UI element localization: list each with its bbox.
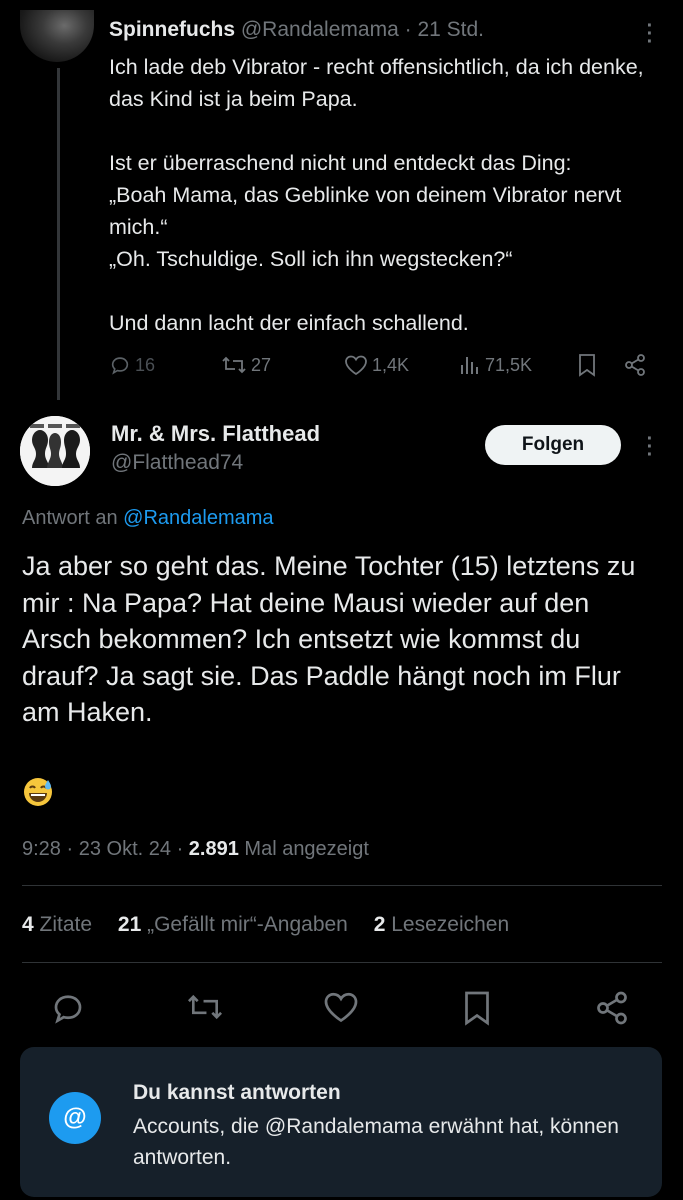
parent-paragraph: Ich lade deb Vibrator - recht offensicht… bbox=[109, 55, 644, 111]
separator-dot: · bbox=[404, 18, 412, 41]
more-options-icon[interactable]: · · · bbox=[640, 16, 660, 52]
follow-button[interactable]: Folgen bbox=[485, 425, 621, 465]
likes-stat[interactable]: 21 „Gefällt mir“-Angaben bbox=[118, 913, 348, 936]
repost-icon bbox=[222, 356, 246, 374]
share-button[interactable] bbox=[623, 348, 647, 382]
bookmark-icon[interactable] bbox=[462, 990, 492, 1026]
likes-label: „Gefällt mir“-Angaben bbox=[147, 913, 348, 936]
thread-line bbox=[57, 68, 60, 400]
views-button[interactable]: 71,5K bbox=[459, 348, 532, 382]
repost-button[interactable]: 27 bbox=[221, 348, 271, 382]
reply-prefix: Antwort an bbox=[22, 507, 118, 529]
separator-dot: · bbox=[66, 838, 79, 860]
separator-dot: · bbox=[176, 838, 189, 860]
reply-button[interactable]: 16 bbox=[109, 348, 155, 382]
parent-tweet-header: Spinnefuchs @Randalemama · 21 Std. bbox=[109, 18, 484, 42]
reply-handle-link[interactable]: @Randalemama bbox=[123, 507, 273, 529]
heart-icon bbox=[345, 355, 367, 376]
parent-author-handle[interactable]: @Randalemama bbox=[241, 18, 399, 41]
likes-count: 21 bbox=[117, 913, 142, 936]
like-count: 1,4K bbox=[372, 354, 410, 375]
share-icon bbox=[625, 354, 645, 376]
parent-action-bar: 16 27 1,4K 71,5K bbox=[109, 348, 659, 382]
quotes-label: Zitate bbox=[39, 913, 93, 936]
bookmarks-stat[interactable]: 2 Lesezeichen bbox=[374, 913, 509, 936]
views-count: 2.891 bbox=[188, 838, 239, 860]
reply-icon bbox=[111, 357, 129, 375]
bookmark-button[interactable] bbox=[577, 348, 597, 382]
tweet-time[interactable]: 9:28 bbox=[22, 838, 61, 860]
parent-paragraph: Und dann lacht der einfach schallend. bbox=[109, 311, 469, 335]
tweet-text: Ja aber so geht das. Meine Tochter (15) … bbox=[22, 551, 636, 727]
views-icon bbox=[461, 357, 478, 374]
quotes-stat[interactable]: 4 Zitate bbox=[22, 913, 92, 936]
bookmarks-label: Lesezeichen bbox=[391, 913, 510, 936]
divider bbox=[22, 962, 662, 963]
like-button[interactable]: 1,4K bbox=[344, 348, 409, 382]
parent-tweet[interactable]: Spinnefuchs @Randalemama · 21 Std. · · · I… bbox=[0, 0, 683, 400]
heart-icon[interactable] bbox=[323, 990, 359, 1024]
card-body: Accounts, die @Randalemama erwähnt hat, … bbox=[133, 1115, 619, 1169]
bookmark-icon bbox=[579, 354, 595, 377]
reply-context: Antwort an @Randalemama bbox=[22, 507, 274, 530]
reply-icon[interactable] bbox=[50, 990, 86, 1026]
author-name[interactable]: Mr. & Mrs. Flatthead bbox=[111, 421, 320, 447]
divider bbox=[22, 885, 662, 886]
parent-avatar[interactable] bbox=[20, 10, 94, 62]
views-count: 71,5K bbox=[485, 354, 533, 375]
engagement-stats: 4 Zitate 21 „Gefällt mir“-Angaben 2 Lese… bbox=[22, 913, 529, 937]
parent-time[interactable]: 21 Std. bbox=[417, 18, 484, 41]
sweat-smile-emoji-icon bbox=[24, 778, 52, 806]
repost-icon[interactable] bbox=[186, 990, 224, 1024]
tweet-date[interactable]: 23 Okt. 24 bbox=[79, 838, 171, 860]
parent-author-name[interactable]: Spinnefuchs bbox=[109, 18, 235, 41]
views-label: Mal angezeigt bbox=[244, 838, 369, 860]
tweet-action-bar bbox=[0, 990, 683, 1026]
tweet-meta: 9:28 · 23 Okt. 24 · 2.891 Mal angezeigt bbox=[22, 838, 369, 861]
more-options-icon[interactable]: · · · bbox=[640, 429, 660, 465]
share-icon[interactable] bbox=[594, 990, 630, 1026]
author-handle[interactable]: @Flatthead74 bbox=[111, 451, 243, 475]
avatar-illustration bbox=[20, 416, 90, 486]
reply-count: 16 bbox=[135, 354, 156, 375]
repost-count: 27 bbox=[251, 354, 272, 375]
reply-restriction-card: @ Du kannst antworten Accounts, die @Ran… bbox=[20, 1047, 662, 1197]
parent-paragraph: Ist er überraschend nicht und entdeckt d… bbox=[109, 151, 622, 271]
parent-tweet-text: Ich lade deb Vibrator - recht offensicht… bbox=[109, 51, 669, 339]
author-avatar[interactable] bbox=[20, 416, 90, 486]
bookmarks-count: 2 bbox=[373, 913, 386, 936]
at-sign-icon: @ bbox=[49, 1092, 101, 1144]
quotes-count: 4 bbox=[22, 913, 34, 936]
card-title: Du kannst antworten bbox=[133, 1081, 341, 1104]
